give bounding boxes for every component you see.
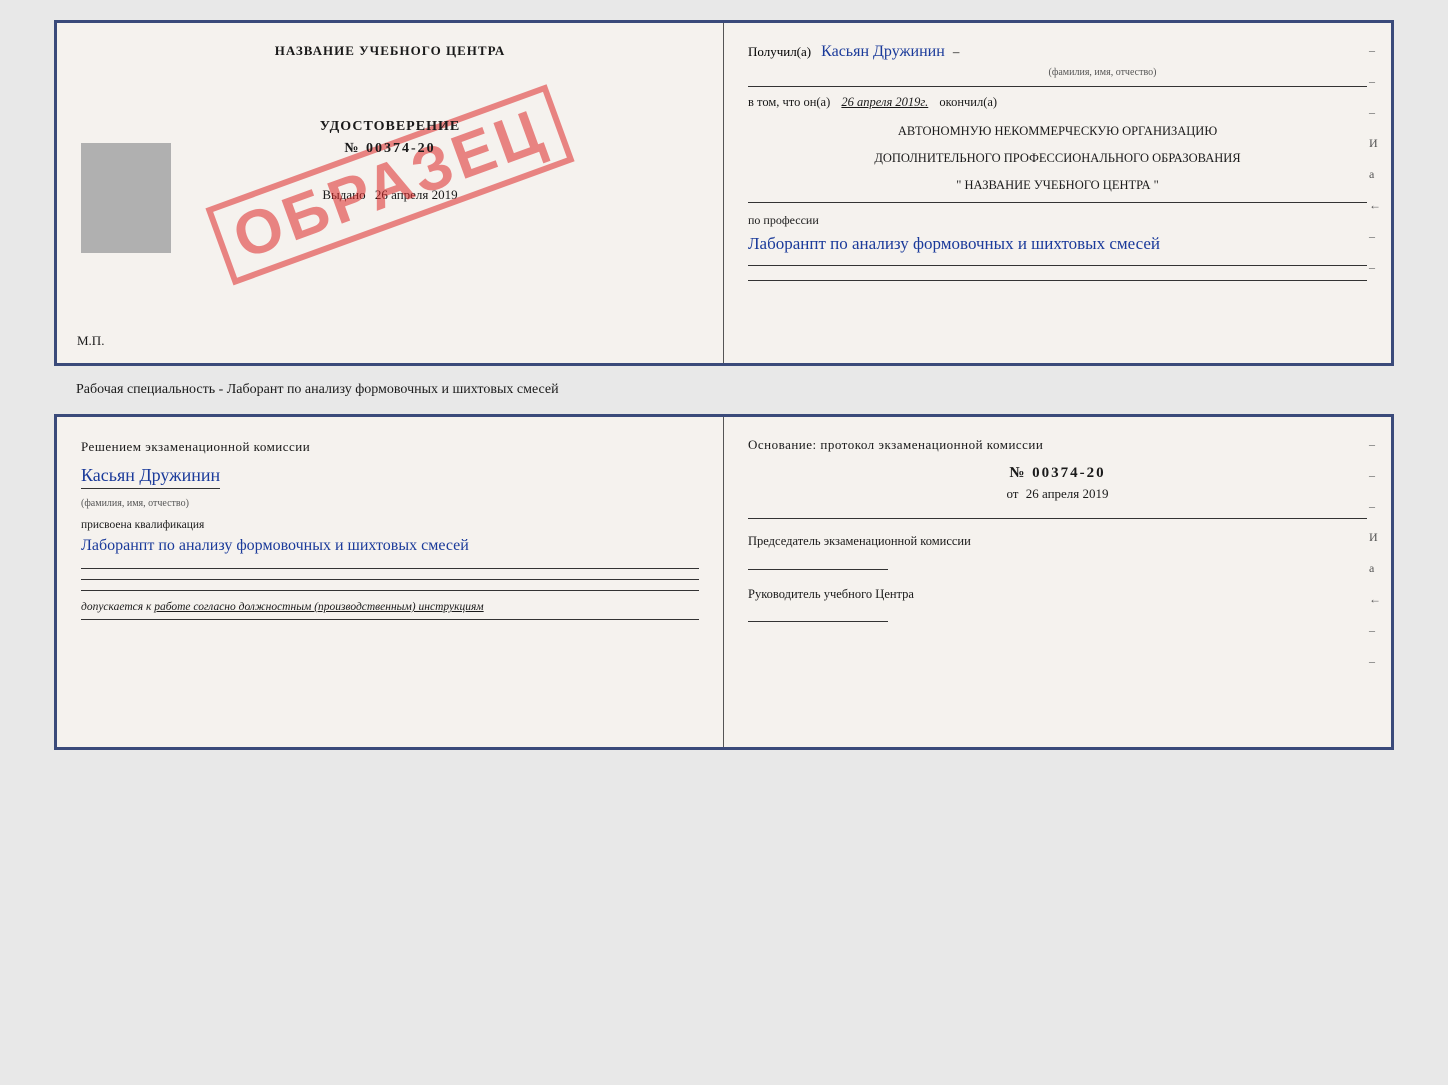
in-that-date: 26 апреля 2019г. [841, 95, 928, 109]
org-line1: АВТОНОМНУЮ НЕКОММЕРЧЕСКУЮ ОРГАНИЗАЦИЮ [748, 122, 1367, 141]
mp-label: М.П. [77, 333, 104, 349]
received-name-subtitle: (фамилия, имя, отчество) [838, 67, 1367, 78]
bottom-document: Решением экзаменационной комиссии Касьян… [54, 414, 1394, 750]
side-char-2: – [1369, 74, 1381, 89]
bottom-doc-left: Решением экзаменационной комиссии Касьян… [57, 417, 724, 747]
profession-label: по профессии [748, 213, 1367, 228]
director-label: Руководитель учебного Центра [748, 586, 1367, 604]
side-char-7: – [1369, 229, 1381, 244]
qualification-label: присвоена квалификация [81, 519, 699, 531]
received-prefix: Получил(а) [748, 44, 811, 60]
side-char-1: – [1369, 43, 1381, 58]
side-char-4: И [1369, 136, 1381, 151]
cert-label: УДОСТОВЕРЕНИЕ [81, 119, 699, 135]
qualification-text: Лаборанпт по анализу формовочных и шихто… [81, 533, 699, 559]
middle-label: Рабочая специальность - Лаборант по анал… [76, 382, 559, 398]
from-label: от [1006, 486, 1018, 501]
underline-3 [81, 590, 699, 591]
issued-label: Выдано [322, 187, 365, 202]
top-document: НАЗВАНИЕ УЧЕБНОГО ЦЕНТРА УДОСТОВЕРЕНИЕ №… [54, 20, 1394, 366]
from-date: от 26 апреля 2019 [748, 486, 1367, 502]
profession-text: Лаборанпт по анализу формовочных и шихто… [748, 230, 1367, 257]
stamp-obrazec: ОБРАЗЕЦ [205, 84, 574, 285]
admit-text: допускается к работе согласно должностны… [81, 601, 699, 613]
in-that-prefix: в том, что он(а) [748, 95, 830, 109]
top-left-title: НАЗВАНИЕ УЧЕБНОГО ЦЕНТРА [81, 43, 699, 59]
photo-placeholder [81, 143, 171, 253]
line-sep-1 [748, 86, 1367, 87]
side-char-5: а [1369, 167, 1381, 182]
received-name: Касьян Дружинин [821, 43, 945, 61]
from-date-value: 26 апреля 2019 [1026, 486, 1109, 501]
line-sep-4 [748, 280, 1367, 281]
in-that-line: в том, что он(а) 26 апреля 2019г. окончи… [748, 95, 1367, 110]
director-sign-line [748, 621, 888, 622]
cert-block: УДОСТОВЕРЕНИЕ № 00374-20 [81, 119, 699, 157]
underline-2 [81, 579, 699, 580]
admit-value: работе согласно должностным (производств… [154, 601, 483, 613]
chairman-label: Председатель экзаменационной комиссии [748, 533, 1367, 551]
received-line: Получил(а) Касьян Дружинин – [748, 43, 1367, 61]
admit-label: допускается к [81, 601, 151, 613]
org-line3: " НАЗВАНИЕ УЧЕБНОГО ЦЕНТРА " [748, 176, 1367, 195]
issued-info: Выдано 26 апреля 2019 [81, 187, 699, 203]
chairman-sign-line [748, 569, 888, 570]
bottom-underline-1 [748, 518, 1367, 519]
cert-number: № 00374-20 [81, 141, 699, 157]
line-sep-3 [748, 265, 1367, 266]
side-char-6: ← [1369, 198, 1381, 213]
side-char-8: – [1369, 260, 1381, 275]
underline-4 [81, 619, 699, 620]
side-chars-top: – – – И а ← – – [1369, 43, 1381, 275]
bottom-doc-right: Основание: протокол экзаменационной коми… [724, 417, 1391, 747]
side-char-3: – [1369, 105, 1381, 120]
basis-title: Основание: протокол экзаменационной коми… [748, 437, 1367, 453]
protocol-number: № 00374-20 [748, 465, 1367, 482]
org-line2: ДОПОЛНИТЕЛЬНОГО ПРОФЕССИОНАЛЬНОГО ОБРАЗО… [748, 149, 1367, 168]
bottom-name-subtitle: (фамилия, имя, отчество) [81, 498, 189, 509]
underline-1 [81, 568, 699, 569]
issued-date: 26 апреля 2019 [375, 187, 458, 202]
top-doc-right: Получил(а) Касьян Дружинин – (фамилия, и… [724, 23, 1391, 363]
bottom-name: Касьян Дружинин [81, 465, 220, 489]
resolution-text: Решением экзаменационной комиссии [81, 437, 699, 457]
in-that-suffix: окончил(а) [939, 95, 997, 109]
side-chars-bottom: – – – И а ← – – [1369, 437, 1381, 669]
line-sep-2 [748, 202, 1367, 203]
top-doc-left: НАЗВАНИЕ УЧЕБНОГО ЦЕНТРА УДОСТОВЕРЕНИЕ №… [57, 23, 724, 363]
